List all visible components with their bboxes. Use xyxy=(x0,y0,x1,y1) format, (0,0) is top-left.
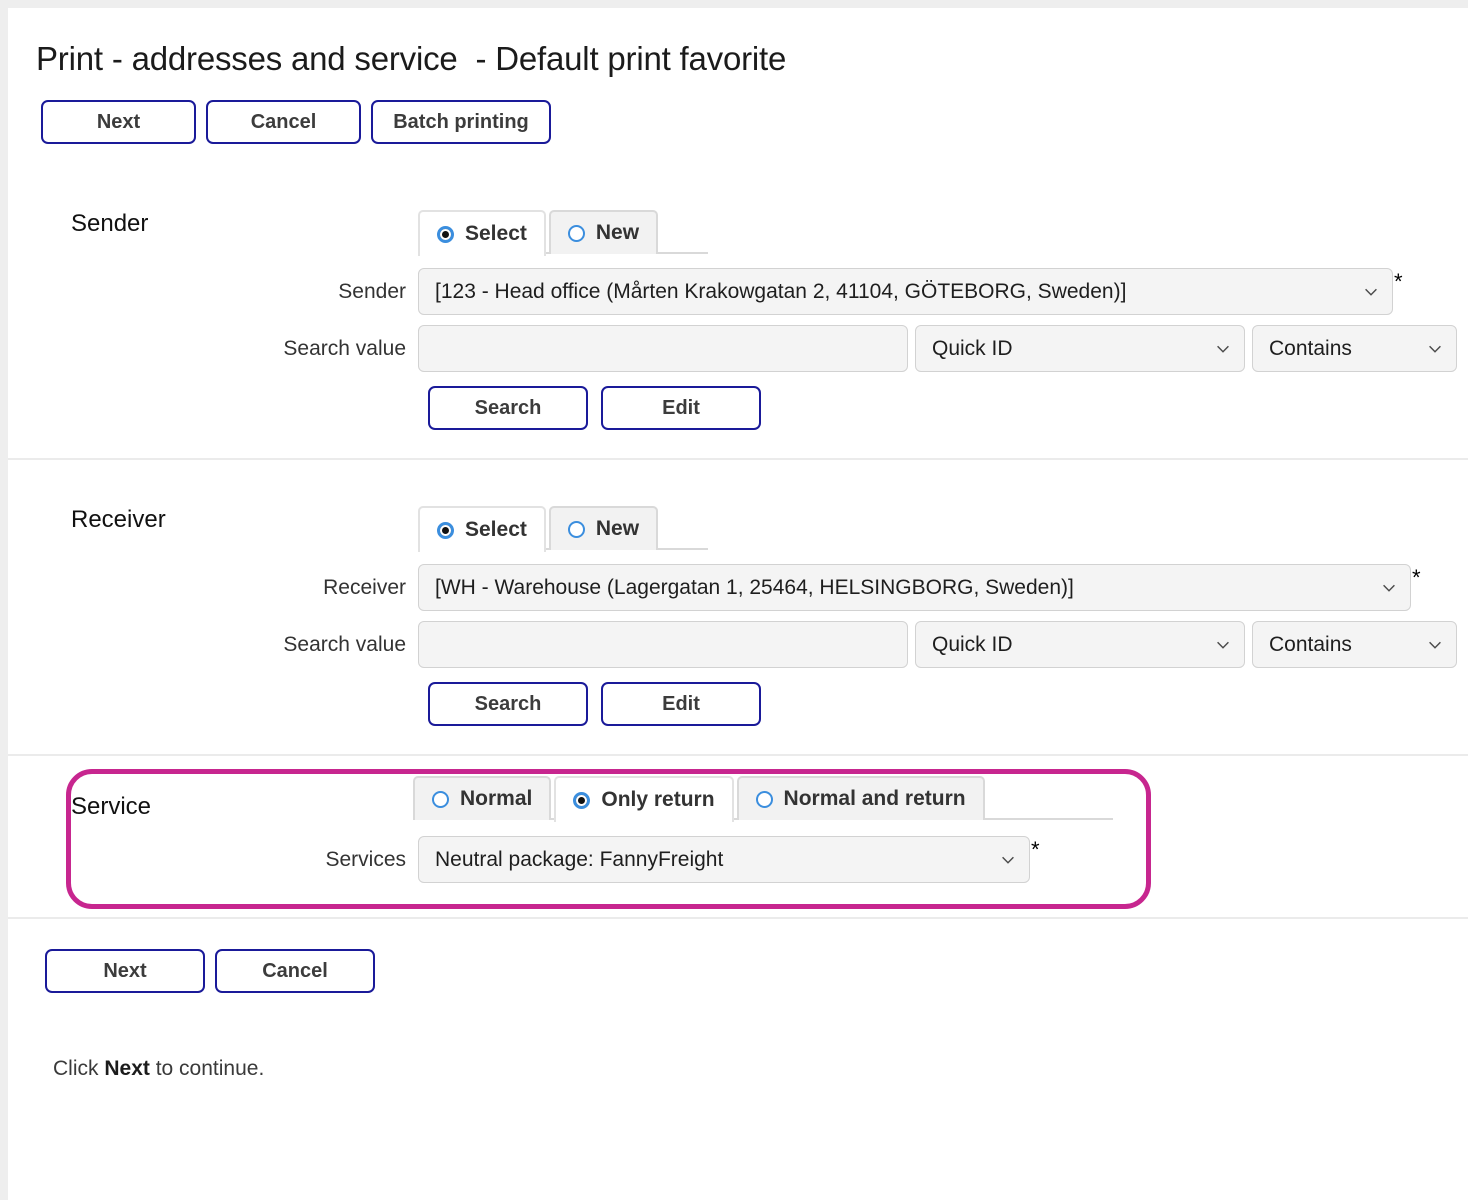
footer-note-suffix: to continue. xyxy=(149,1057,265,1080)
receiver-search-value-label: Search value xyxy=(283,632,406,656)
sender-select-value: [123 - Head office (Mårten Krakowgatan 2… xyxy=(435,279,1127,303)
receiver-search-field-select[interactable]: Quick ID xyxy=(915,621,1245,668)
service-tab-normal-label: Normal xyxy=(460,787,533,810)
service-only-return-radio[interactable] xyxy=(573,791,591,809)
service-tab-normal-and-return-label: Normal and return xyxy=(783,787,966,810)
receiver-search-field-value: Quick ID xyxy=(932,632,1013,656)
sender-tab-select[interactable]: Select xyxy=(418,210,546,256)
sender-tab-new-label: New xyxy=(595,221,640,244)
service-mode-tabs: Normal Only return Normal and return xyxy=(413,774,1113,822)
sender-search-input[interactable] xyxy=(418,325,908,372)
service-section-label: Service xyxy=(71,793,152,820)
sender-edit-button[interactable]: Edit xyxy=(601,386,761,430)
chevron-down-icon xyxy=(1429,345,1441,353)
next-button-top[interactable]: Next xyxy=(41,100,196,144)
cancel-button-bottom[interactable]: Cancel xyxy=(215,949,375,993)
service-tab-normal[interactable]: Normal xyxy=(413,776,552,820)
sender-new-radio[interactable] xyxy=(567,224,585,242)
receiver-search-input[interactable] xyxy=(418,621,908,668)
receiver-required-marker: * xyxy=(1412,565,1421,590)
sender-select[interactable]: [123 - Head office (Mårten Krakowgatan 2… xyxy=(418,268,1393,315)
receiver-mode-tabs: Select New xyxy=(418,504,708,552)
receiver-tab-new[interactable]: New xyxy=(548,506,659,550)
sender-required-marker: * xyxy=(1394,269,1403,294)
service-tab-only-return-label: Only return xyxy=(601,788,715,811)
cancel-button-top[interactable]: Cancel xyxy=(206,100,361,144)
chevron-down-icon xyxy=(1365,288,1377,296)
receiver-section-label: Receiver xyxy=(71,506,166,533)
footer-note-prefix: Click xyxy=(53,1057,105,1080)
services-select[interactable]: Neutral package: FannyFreight xyxy=(418,836,1030,883)
sender-select-radio[interactable] xyxy=(437,225,454,243)
services-select-value: Neutral package: FannyFreight xyxy=(435,847,724,871)
sender-section-label: Sender xyxy=(71,210,149,237)
chevron-down-icon xyxy=(1002,856,1014,864)
sender-field-label: Sender xyxy=(338,279,406,303)
receiver-select-radio[interactable] xyxy=(437,521,454,539)
receiver-select[interactable]: [WH - Warehouse (Lagergatan 1, 25464, HE… xyxy=(418,564,1411,611)
receiver-select-value: [WH - Warehouse (Lagergatan 1, 25464, HE… xyxy=(435,575,1074,599)
service-normal-and-return-radio[interactable] xyxy=(755,790,773,808)
print-page: Print - addresses and service - Default … xyxy=(8,8,1468,1200)
receiver-search-match-select[interactable]: Contains xyxy=(1252,621,1457,668)
page-title: Print - addresses and service - Default … xyxy=(36,40,787,77)
service-tab-only-return[interactable]: Only return xyxy=(554,776,734,822)
sender-tab-select-label: Select xyxy=(465,222,527,245)
receiver-search-button[interactable]: Search xyxy=(428,682,588,726)
chevron-down-icon xyxy=(1217,641,1229,649)
receiver-section: Receiver Select New Receiver [WH - Wareh… xyxy=(8,460,1468,756)
services-required-marker: * xyxy=(1031,837,1040,862)
next-button-bottom[interactable]: Next xyxy=(45,949,205,993)
chevron-down-icon xyxy=(1429,641,1441,649)
chevron-down-icon xyxy=(1217,345,1229,353)
footer-instruction: Click Next to continue. xyxy=(8,993,1468,1081)
sender-search-match-value: Contains xyxy=(1269,336,1352,360)
sender-search-value-label: Search value xyxy=(283,336,406,360)
services-field-label: Services xyxy=(325,847,406,871)
service-tab-normal-and-return[interactable]: Normal and return xyxy=(736,776,985,820)
sender-search-match-select[interactable]: Contains xyxy=(1252,325,1457,372)
receiver-tab-select-label: Select xyxy=(465,518,527,541)
receiver-search-match-value: Contains xyxy=(1269,632,1352,656)
service-section: Service Normal Only return Normal and re… xyxy=(8,756,1468,919)
sender-mode-tabs: Select New xyxy=(418,208,708,256)
service-normal-radio[interactable] xyxy=(432,790,449,808)
sender-search-button[interactable]: Search xyxy=(428,386,588,430)
sender-search-field-value: Quick ID xyxy=(932,336,1013,360)
batch-printing-button[interactable]: Batch printing xyxy=(371,100,551,144)
sender-tab-new[interactable]: New xyxy=(548,210,659,254)
receiver-field-label: Receiver xyxy=(323,575,406,599)
footer-note-bold: Next xyxy=(104,1057,150,1080)
bottom-toolbar: Next Cancel xyxy=(8,919,1468,993)
sender-search-field-select[interactable]: Quick ID xyxy=(915,325,1245,372)
receiver-edit-button[interactable]: Edit xyxy=(601,682,761,726)
receiver-tab-new-label: New xyxy=(595,517,640,540)
receiver-tab-select[interactable]: Select xyxy=(418,506,546,552)
top-toolbar: Next Cancel Batch printing xyxy=(8,78,1468,144)
chevron-down-icon xyxy=(1383,584,1395,592)
sender-section: Sender Select New Sender [123 - Head off… xyxy=(8,186,1468,460)
receiver-new-radio[interactable] xyxy=(567,520,585,538)
